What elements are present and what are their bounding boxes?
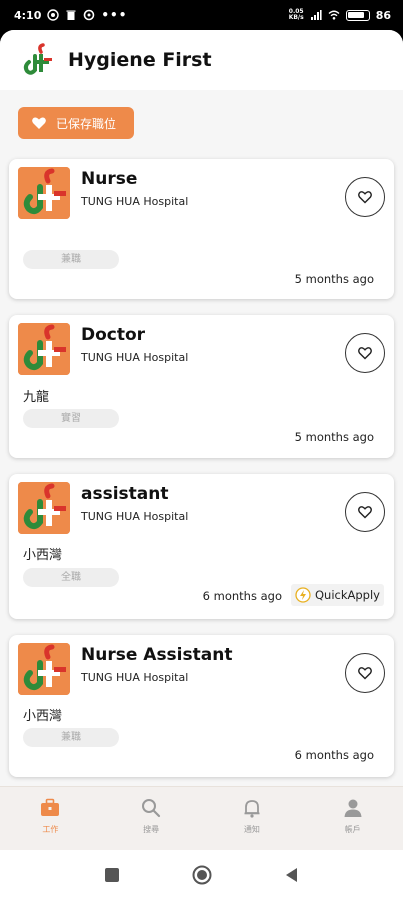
back-button[interactable] [282,865,302,885]
nav-label: 通知 [243,825,260,834]
job-type-tag: 兼職 [23,250,119,269]
nav-label: 帳戶 [344,825,361,834]
nav-item-jobs[interactable]: 工作 [0,787,101,850]
posted-time: 5 months ago [294,272,374,286]
job-type-tag: 實習 [23,409,119,428]
company-name: TUNG HUA Hospital [81,671,189,684]
job-title: Doctor [81,325,146,345]
job-card[interactable]: Nurse TUNG HUA Hospital 兼職 5 months ago [9,159,394,299]
favorite-button[interactable] [345,492,385,532]
company-logo [18,323,70,375]
battery-level: 86 [375,8,391,22]
job-card[interactable]: assistant TUNG HUA Hospital 小西灣 全職 6 mon… [9,474,394,619]
saved-jobs-label: 已保存職位 [56,116,117,131]
system-navigation-bar [0,850,403,900]
job-type-tag: 全職 [23,568,119,587]
app-logo [23,43,52,75]
app-window: Hygiene First 已保存職位 Nurse TUNG HUA Hospi… [0,30,403,850]
nav-item-notifications[interactable]: 通知 [202,787,303,850]
status-bar: 4:10 ••• 0.05 KB/s 86 [0,0,403,30]
settings-icon [84,9,95,21]
job-title: assistant [81,484,169,504]
network-speed: 0.05 KB/s [288,8,304,21]
wifi-icon [328,10,340,20]
company-logo [18,167,70,219]
app-title: Hygiene First [68,49,212,71]
battery-icon [345,9,370,21]
saved-jobs-button[interactable]: 已保存職位 [18,107,134,139]
favorite-button[interactable] [345,177,385,217]
favorite-button[interactable] [345,333,385,373]
job-district: 小西灣 [23,709,63,724]
job-title: Nurse [81,169,138,189]
nav-item-search[interactable]: 搜尋 [101,787,202,850]
company-name: TUNG HUA Hospital [81,195,189,208]
whatsapp-icon [47,9,60,21]
job-title: Nurse Assistant [81,645,233,665]
more-notifications-icon: ••• [101,8,128,22]
company-name: TUNG HUA Hospital [81,351,189,364]
status-time: 4:10 [14,8,42,22]
heart-outline-icon [358,506,372,519]
home-button[interactable] [192,865,212,885]
posted-time: 5 months ago [294,430,374,444]
signal-icon [310,10,322,20]
job-card[interactable]: Nurse Assistant TUNG HUA Hospital 小西灣 兼職… [9,635,394,777]
job-card[interactable]: Doctor TUNG HUA Hospital 九龍 實習 5 months … [9,315,394,458]
lightning-icon [295,587,311,603]
search-icon [142,799,161,818]
briefcase-icon [41,798,60,816]
app-header: Hygiene First [0,30,403,90]
company-logo [18,482,70,534]
trash-icon [66,10,76,20]
nav-label: 工作 [42,825,59,834]
job-district: 小西灣 [23,548,63,563]
heart-icon [32,117,46,129]
job-type-tag: 兼職 [23,728,119,747]
favorite-button[interactable] [345,653,385,693]
bottom-navigation: 工作 搜尋 通知 帳戶 [0,786,403,850]
job-district: 九龍 [23,390,50,405]
heart-outline-icon [358,191,372,204]
company-logo [18,643,70,695]
bell-icon [244,800,260,818]
quick-apply-label: QuickApply [315,588,380,602]
quick-apply-button[interactable]: QuickApply [291,584,384,606]
recent-apps-button[interactable] [102,865,122,885]
posted-time: 6 months ago [202,589,282,603]
user-icon [344,799,362,817]
company-name: TUNG HUA Hospital [81,510,189,523]
posted-time: 6 months ago [294,748,374,762]
nav-item-account[interactable]: 帳戶 [302,787,403,850]
heart-outline-icon [358,667,372,680]
heart-outline-icon [358,347,372,360]
nav-label: 搜尋 [143,825,160,834]
